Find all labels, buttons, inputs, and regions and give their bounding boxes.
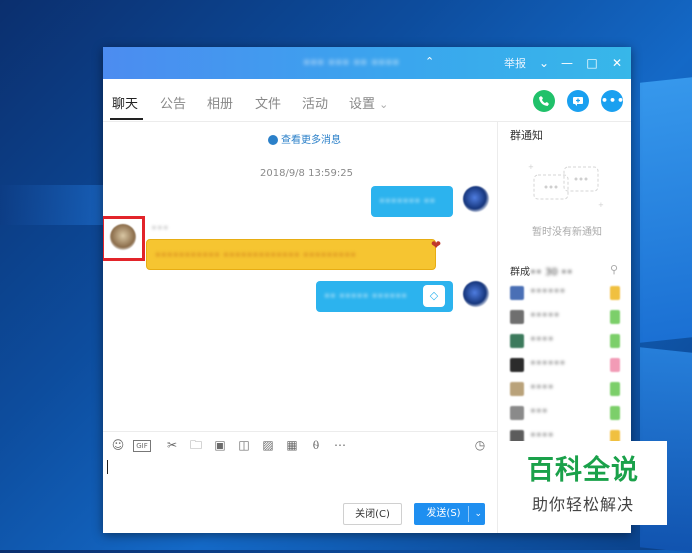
gif-icon[interactable]: GIF bbox=[133, 440, 151, 452]
watermark-main-text: 百科全说 bbox=[527, 455, 639, 486]
gift-icon[interactable]: ▨ bbox=[259, 436, 277, 454]
tab-settings-label: 设置 bbox=[349, 97, 376, 112]
member-badge-icon bbox=[610, 382, 620, 396]
text-cursor bbox=[107, 460, 108, 474]
member-name: •••• bbox=[530, 430, 554, 441]
tab-chat[interactable]: 聊天 bbox=[112, 93, 138, 113]
message-text: ••••••••••• ••••••••••••• ••••••••• bbox=[155, 250, 357, 261]
member-name: •••• bbox=[530, 382, 554, 393]
member-badge-icon bbox=[610, 286, 620, 300]
message-bubble-peer[interactable]: ••••••••••• ••••••••••••• ••••••••• ❤ bbox=[146, 238, 441, 270]
active-tab-indicator bbox=[110, 118, 143, 120]
member-avatar bbox=[510, 382, 524, 396]
member-avatar bbox=[510, 334, 524, 348]
sender-name: ••• bbox=[151, 223, 169, 234]
watermark-logo: 百科全说 助你轻松解决 bbox=[499, 441, 667, 525]
more-options-button[interactable]: ••• bbox=[601, 90, 626, 112]
self-avatar[interactable] bbox=[463, 281, 489, 307]
phone-call-button[interactable] bbox=[533, 90, 555, 112]
bell-icon[interactable]: ⍬ bbox=[307, 436, 325, 454]
more-icon: ••• bbox=[601, 94, 626, 107]
desktop-window-logo-pane bbox=[640, 77, 692, 343]
close-icon[interactable]: ✕ bbox=[606, 51, 628, 75]
member-search-icon[interactable]: ⚲ bbox=[610, 263, 618, 276]
sticker-icon: ◇ bbox=[423, 285, 445, 307]
maximize-icon[interactable]: □ bbox=[581, 51, 603, 75]
folder-icon[interactable]: 🗀 bbox=[187, 436, 205, 454]
watermark-sub-text: 助你轻松解决 bbox=[531, 495, 634, 514]
member-name: •••••• bbox=[530, 358, 566, 369]
phone-icon bbox=[539, 96, 549, 106]
message-input-area[interactable]: ☺ GIF ✂ 🗀 ▣ ◫ ▨ ▦ ⍬ ⋯ ◷ 关闭(C) 发送(S) ⌄ bbox=[103, 431, 497, 534]
tab-bar: 聊天 公告 相册 文件 活动 设置 ⌄ ••• bbox=[103, 79, 631, 122]
clock-icon[interactable]: ◷ bbox=[471, 436, 489, 454]
member-item[interactable]: ••••• bbox=[510, 307, 626, 327]
member-item[interactable]: •••••• bbox=[510, 355, 626, 375]
tab-activity[interactable]: 活动 bbox=[302, 93, 328, 113]
member-avatar bbox=[510, 310, 524, 324]
emoji-icon[interactable]: ☺ bbox=[109, 436, 127, 454]
minimize-icon[interactable]: — bbox=[556, 51, 578, 75]
tab-announcement[interactable]: 公告 bbox=[160, 93, 186, 113]
empty-notice-text: 暂时没有新通知 bbox=[532, 227, 602, 238]
bubble-decoration-icon: ❤ bbox=[430, 238, 441, 252]
message-bubble-self[interactable]: ••••••• •• bbox=[371, 186, 453, 217]
members-count: •• 30 •• bbox=[530, 267, 573, 278]
red-packet-icon[interactable]: ▦ bbox=[283, 436, 301, 454]
member-item[interactable]: •••••• bbox=[510, 283, 626, 303]
member-avatar bbox=[510, 406, 524, 420]
chevron-down-icon[interactable]: ⌄ bbox=[533, 51, 555, 75]
clock-icon bbox=[268, 135, 278, 145]
desktop-light-strip bbox=[0, 185, 104, 225]
empty-notice-illustration: + + bbox=[528, 163, 604, 209]
members-title: 群成•• 30 •• bbox=[510, 263, 573, 278]
send-button-label: 发送(S) bbox=[426, 508, 461, 519]
title-chevron-icon[interactable]: ⌃ bbox=[425, 55, 434, 68]
member-badge-icon bbox=[610, 334, 620, 348]
view-more-messages-link[interactable]: 查看更多消息 bbox=[268, 131, 341, 146]
member-avatar bbox=[510, 358, 524, 372]
svg-text:+: + bbox=[598, 201, 604, 209]
member-item[interactable]: ••• bbox=[510, 403, 626, 423]
scissors-icon[interactable]: ✂ bbox=[163, 436, 181, 454]
member-name: ••• bbox=[530, 406, 548, 417]
member-badge-icon bbox=[610, 310, 620, 324]
screen-share-button[interactable] bbox=[567, 90, 589, 112]
tab-settings[interactable]: 设置 ⌄ bbox=[349, 93, 388, 113]
more-circle-icon[interactable]: ⋯ bbox=[331, 436, 349, 454]
member-name: •••• bbox=[530, 334, 554, 345]
send-button[interactable]: 发送(S) ⌄ bbox=[414, 503, 485, 525]
member-avatar bbox=[510, 286, 524, 300]
image-icon[interactable]: ▣ bbox=[211, 436, 229, 454]
report-link[interactable]: 举报 bbox=[504, 55, 526, 71]
tab-files[interactable]: 文件 bbox=[255, 93, 281, 113]
member-badge-icon bbox=[610, 406, 620, 420]
message-timestamp: 2018/9/8 13:59:25 bbox=[260, 168, 354, 179]
member-name: •••••• bbox=[530, 286, 566, 297]
view-more-messages-label: 查看更多消息 bbox=[281, 135, 341, 146]
group-notice-title: 群通知 bbox=[510, 129, 543, 142]
message-text: •• ••••• •••••• bbox=[324, 291, 408, 302]
svg-text:+: + bbox=[528, 163, 534, 171]
member-badge-icon bbox=[610, 358, 620, 372]
message-text: ••••••• •• bbox=[379, 196, 436, 207]
chevron-down-icon[interactable]: ⌄ bbox=[474, 503, 482, 525]
send-button-divider bbox=[468, 506, 469, 522]
group-title: ••• ••• •• •••• bbox=[303, 56, 400, 70]
chat-message-area[interactable]: 查看更多消息 2018/9/8 13:59:25 ••••••• •• ••• … bbox=[103, 121, 497, 431]
screen-share-icon bbox=[573, 97, 583, 106]
gift-box-icon[interactable]: ◫ bbox=[235, 436, 253, 454]
highlight-box bbox=[103, 216, 145, 261]
member-item[interactable]: •••• bbox=[510, 379, 626, 399]
self-avatar[interactable] bbox=[463, 186, 489, 212]
tab-album[interactable]: 相册 bbox=[207, 93, 233, 113]
title-bar[interactable]: ••• ••• •• •••• ⌃ 举报 ⌄ — □ ✕ bbox=[103, 47, 631, 79]
member-name: ••••• bbox=[530, 310, 560, 321]
close-button[interactable]: 关闭(C) bbox=[343, 503, 402, 525]
message-bubble-self[interactable]: •• ••••• •••••• ◇ bbox=[316, 281, 453, 312]
chevron-down-icon: ⌄ bbox=[379, 98, 389, 111]
member-item[interactable]: •••• bbox=[510, 331, 626, 351]
members-title-prefix: 群成 bbox=[510, 267, 530, 278]
